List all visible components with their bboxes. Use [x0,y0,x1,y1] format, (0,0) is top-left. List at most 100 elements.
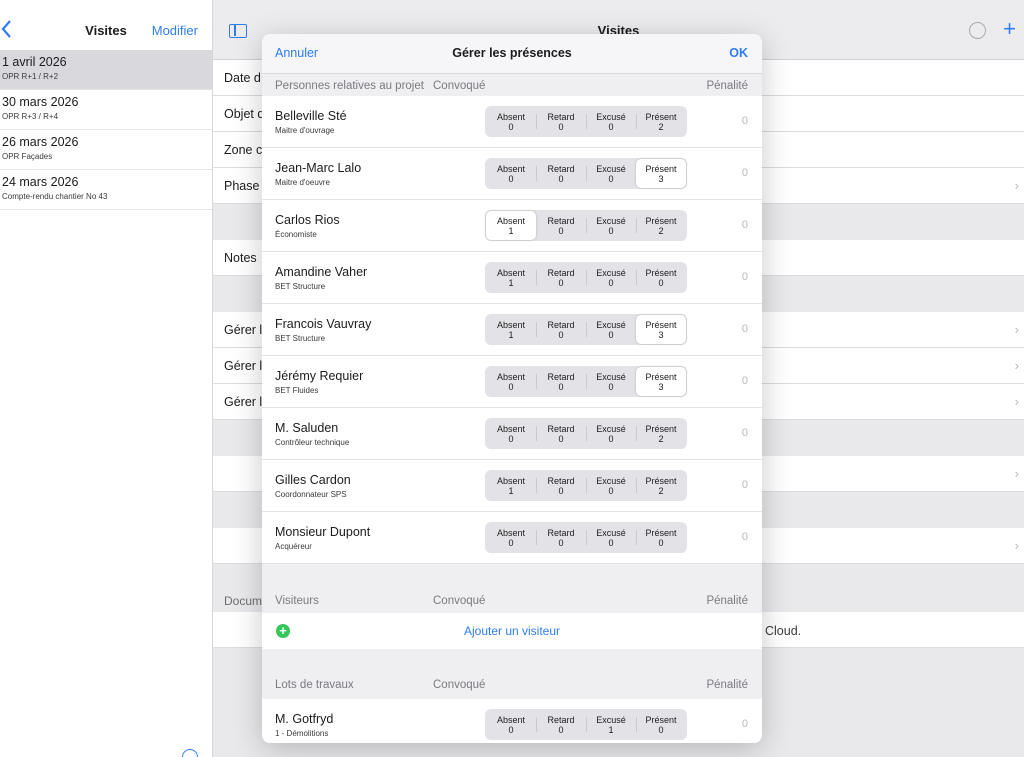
attendance-segmented-control[interactable]: Absent 1 Retard 0 Excusé 0 Présent 0 [485,262,687,293]
segment-count: 0 [558,486,564,496]
segment-count: 3 [658,382,664,392]
segment-retard[interactable]: Retard 0 [536,471,586,500]
attendance-segmented-control[interactable]: Absent 1 Retard 0 Excusé 0 Présent 2 [485,470,687,501]
column-penalite: Pénalité [706,595,748,607]
penalty-value[interactable]: 0 [742,531,748,543]
segment-present[interactable]: Présent 0 [636,523,686,552]
visit-date: 26 mars 2026 [2,135,79,149]
segment-present[interactable]: Présent 2 [636,211,686,240]
segment-excuse[interactable]: Excusé 1 [586,710,636,739]
segment-retard[interactable]: Retard 0 [536,159,586,188]
segment-excuse[interactable]: Excusé 0 [586,471,636,500]
chevron-right-icon: › [1014,394,1019,409]
penalty-value[interactable]: 0 [742,718,748,730]
segment-excuse[interactable]: Excusé 0 [586,315,636,344]
segment-absent[interactable]: Absent 1 [486,263,536,292]
segment-excuse[interactable]: Excusé 0 [586,211,636,240]
segment-retard[interactable]: Retard 0 [536,419,586,448]
segment-present[interactable]: Présent 2 [636,471,686,500]
visit-subtitle: Compte-rendu chantier No 43 [2,192,108,201]
segment-excuse[interactable]: Excusé 0 [586,159,636,188]
penalty-value[interactable]: 0 [742,375,748,387]
segment-absent[interactable]: Absent 0 [486,367,536,396]
segment-absent[interactable]: Absent 0 [486,419,536,448]
attendance-segmented-control[interactable]: Absent 0 Retard 0 Excusé 0 Présent 2 [485,418,687,449]
segment-retard[interactable]: Retard 0 [536,523,586,552]
penalty-value[interactable]: 0 [742,323,748,335]
attendee-name: Jérémy Requier [275,369,364,383]
segment-absent[interactable]: Absent 1 [486,471,536,500]
segment-absent[interactable]: Absent 0 [486,710,536,739]
segment-excuse[interactable]: Excusé 0 [586,523,636,552]
add-visitor-button[interactable]: Ajouter un visiteur [262,624,762,638]
info-icon[interactable] [182,749,198,757]
segment-present[interactable]: Présent 2 [636,419,686,448]
detail-row-label: Gérer l [224,359,263,373]
segment-excuse[interactable]: Excusé 0 [586,419,636,448]
segment-present[interactable]: Présent 2 [636,107,686,136]
chevron-right-icon: › [1014,358,1019,373]
segment-label: Excusé [596,216,626,226]
penalty-value[interactable]: 0 [742,167,748,179]
sync-icon[interactable] [969,22,986,39]
attendance-segmented-control[interactable]: Absent 1 Retard 0 Excusé 0 Présent 2 [485,210,687,241]
segment-absent[interactable]: Absent 0 [486,107,536,136]
segment-absent[interactable]: Absent 0 [486,523,536,552]
attendance-segmented-control[interactable]: Absent 0 Retard 0 Excusé 0 Présent 0 [485,522,687,553]
visit-item[interactable]: 26 mars 2026 OPR Façades [0,130,212,170]
attendee-name: Belleville Sté [275,109,347,123]
segment-present[interactable]: Présent 0 [636,710,686,739]
segment-label: Retard [547,424,575,434]
segment-count: 0 [608,226,614,236]
segment-retard[interactable]: Retard 0 [536,211,586,240]
visit-item[interactable]: 24 mars 2026 Compte-rendu chantier No 43 [0,170,212,210]
attendance-segmented-control[interactable]: Absent 0 Retard 0 Excusé 0 Présent 3 [485,158,687,189]
add-visitor-row[interactable]: + Ajouter un visiteur [262,613,762,649]
segment-absent[interactable]: Absent 1 [486,315,536,344]
segment-present[interactable]: Présent 3 [636,315,686,344]
segment-excuse[interactable]: Excusé 0 [586,263,636,292]
attendee-role: BET Structure [275,282,326,291]
segment-retard[interactable]: Retard 0 [536,710,586,739]
segment-absent[interactable]: Absent 1 [486,211,536,240]
segment-count: 0 [508,538,514,548]
attendee-name: Amandine Vaher [275,265,368,279]
penalty-value[interactable]: 0 [742,219,748,231]
segment-absent[interactable]: Absent 0 [486,159,536,188]
segment-excuse[interactable]: Excusé 0 [586,367,636,396]
attendance-segmented-control[interactable]: Absent 0 Retard 0 Excusé 0 Présent 3 [485,366,687,397]
attendance-segmented-control[interactable]: Absent 1 Retard 0 Excusé 0 Présent 3 [485,314,687,345]
segment-count: 0 [608,278,614,288]
segment-excuse[interactable]: Excusé 0 [586,107,636,136]
penalty-value[interactable]: 0 [742,115,748,127]
segment-count: 0 [558,725,564,735]
attendee-name: Francois Vauvray [275,317,372,331]
attendee-row: M. Gotfryd 1 - Démolitions Absent 0 Retard 0 E… [262,699,762,743]
attendance-segmented-control[interactable]: Absent 0 Retard 0 Excusé 0 Présent 2 [485,106,687,137]
attendance-segmented-control[interactable]: Absent 0 Retard 0 Excusé 1 Présent 0 [485,709,687,740]
chevron-right-icon: › [1014,466,1019,481]
segment-present[interactable]: Présent 3 [636,367,686,396]
segment-count: 0 [558,434,564,444]
segment-count: 0 [508,382,514,392]
segment-retard[interactable]: Retard 0 [536,107,586,136]
segment-present[interactable]: Présent 0 [636,263,686,292]
segment-retard[interactable]: Retard 0 [536,315,586,344]
segment-label: Présent [645,320,677,330]
segment-retard[interactable]: Retard 0 [536,367,586,396]
attendee-row: Belleville Sté Maitre d'ouvrage Absent 0 Ret… [262,96,762,148]
segment-retard[interactable]: Retard 0 [536,263,586,292]
edit-button[interactable]: Modifier [152,23,198,38]
visit-item[interactable]: 30 mars 2026 OPR R+3 / R+4 [0,90,212,130]
visit-item[interactable]: 1 avril 2026 OPR R+1 / R+2 [0,50,212,90]
segment-present[interactable]: Présent 3 [636,159,686,188]
penalty-value[interactable]: 0 [742,479,748,491]
visit-date: 30 mars 2026 [2,95,79,109]
visit-date: 24 mars 2026 [2,175,79,189]
detail-row-label: Date d [224,71,261,85]
ok-button[interactable]: OK [729,46,748,60]
segment-label: Excusé [596,372,626,382]
penalty-value[interactable]: 0 [742,427,748,439]
penalty-value[interactable]: 0 [742,271,748,283]
add-icon[interactable]: + [1003,16,1016,42]
